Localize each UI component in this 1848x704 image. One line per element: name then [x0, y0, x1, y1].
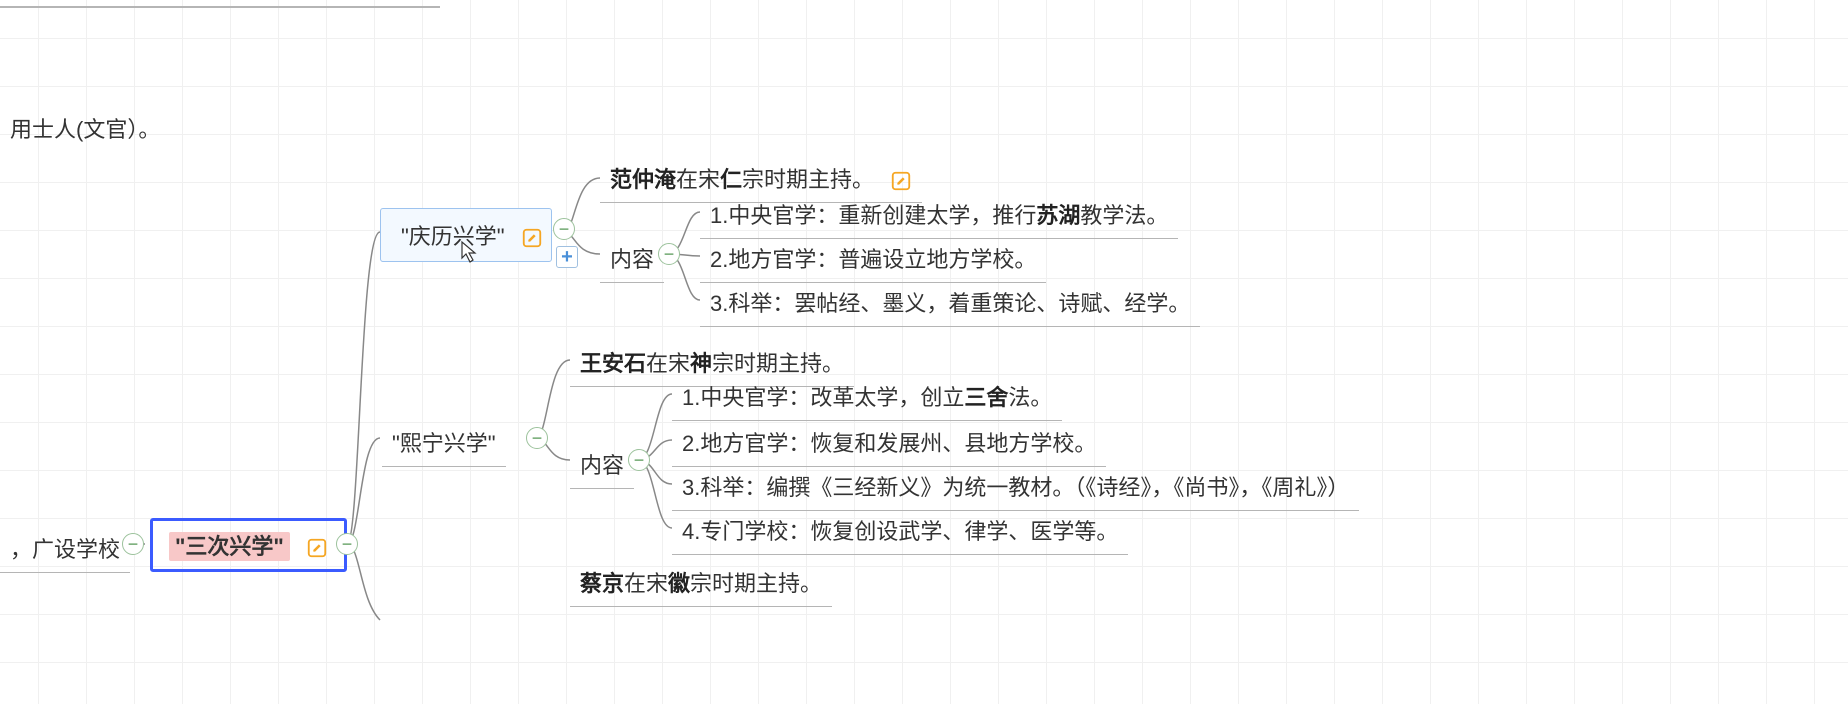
add-child-button[interactable]: +	[556, 246, 578, 268]
node-b2-item1[interactable]: 1.中央官学：改革太学，创立三舍法。	[672, 374, 1062, 421]
root-label: "三次兴学"	[169, 532, 290, 561]
divider	[0, 6, 440, 8]
node-root-selected[interactable]: "三次兴学"	[150, 518, 347, 572]
text: ，广设学校	[10, 537, 120, 562]
edit-icon[interactable]	[521, 227, 543, 249]
node-fragment-left[interactable]: ，广设学校	[0, 526, 130, 573]
node-fragment-top[interactable]: 用士人(文官）。	[0, 106, 170, 150]
toggle-collapse[interactable]: −	[628, 449, 650, 471]
node-b1-item1[interactable]: 1.中央官学：重新创建太学，推行苏湖教学法。	[700, 192, 1178, 239]
node-b2-item3[interactable]: 3.科举：编撰《三经新义》为统一教材。（《诗经》，《尚书》，《周礼》）	[672, 464, 1359, 511]
node-branch-qingli[interactable]: "庆历兴学"	[380, 208, 552, 262]
toggle-collapse[interactable]: −	[336, 533, 358, 555]
node-branch-xining[interactable]: "熙宁兴学"	[382, 420, 506, 467]
toggle-collapse[interactable]: −	[526, 427, 548, 449]
node-b2-item2[interactable]: 2.地方官学：恢复和发展州、县地方学校。	[672, 420, 1106, 467]
node-b1-item3[interactable]: 3.科举：罢帖经、墨义，着重策论、诗赋、经学。	[700, 280, 1200, 327]
text: 用士人(文官）。	[10, 117, 160, 142]
node-b2-item4[interactable]: 4.专门学校：恢复创设武学、律学、医学等。	[672, 508, 1128, 555]
mindmap-canvas[interactable]: 用士人(文官）。 ，广设学校 − "三次兴学" − "庆历兴学" − + 范仲淹…	[0, 0, 1848, 704]
edit-icon[interactable]	[306, 537, 328, 559]
toggle-collapse[interactable]: −	[553, 218, 575, 240]
edit-icon[interactable]	[890, 170, 912, 192]
toggle-collapse[interactable]: −	[658, 243, 680, 265]
node-b1-item2[interactable]: 2.地方官学：普遍设立地方学校。	[700, 236, 1046, 283]
node-b1-content[interactable]: 内容	[600, 236, 664, 283]
toggle-collapse[interactable]: −	[122, 533, 144, 555]
label: "庆历兴学"	[401, 224, 505, 249]
node-b3-head[interactable]: 蔡京在宋徽宗时期主持。	[570, 560, 832, 607]
node-b2-content[interactable]: 内容	[570, 442, 634, 489]
